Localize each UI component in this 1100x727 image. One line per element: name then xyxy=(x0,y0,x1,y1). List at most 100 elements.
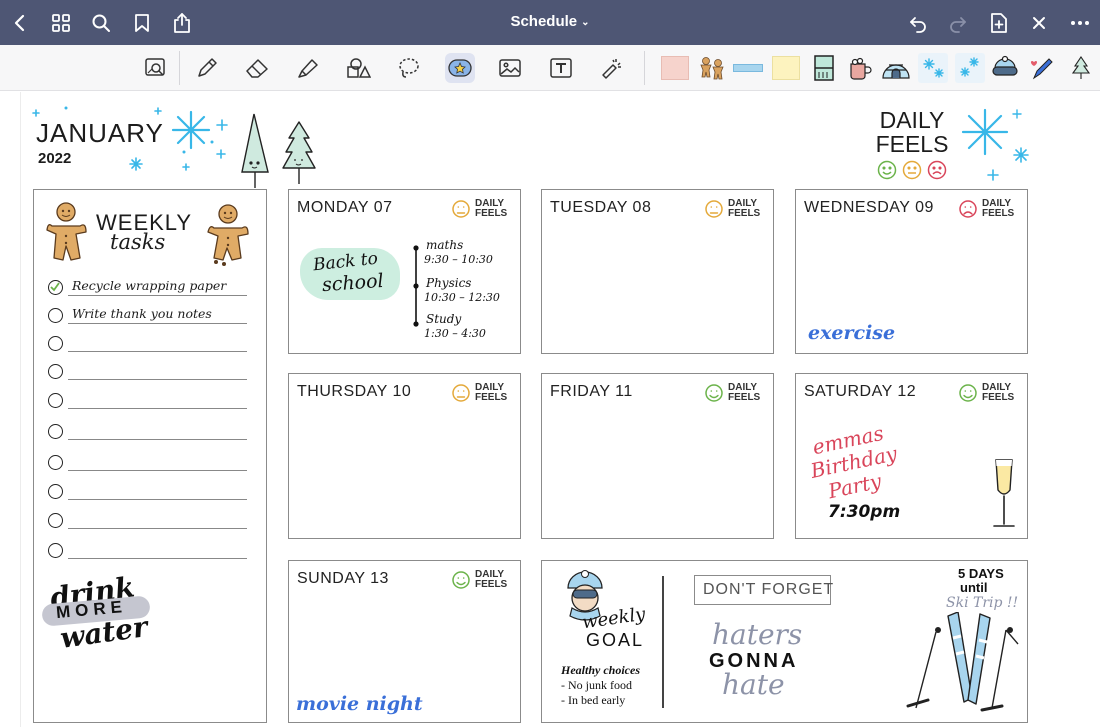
highlighter-icon[interactable] xyxy=(293,53,323,83)
mood-neutral-icon[interactable] xyxy=(451,383,471,403)
task-row[interactable] xyxy=(46,362,251,382)
snowflake-decoration xyxy=(961,108,1029,181)
text-icon[interactable] xyxy=(546,53,576,83)
empty-circle-icon[interactable] xyxy=(48,424,63,439)
task-row[interactable]: Write thank you notes xyxy=(46,306,251,326)
top-nav-bar: Schedule ⌄ xyxy=(0,0,1100,45)
month-title: JANUARY xyxy=(36,118,164,148)
sunday-note: movie night xyxy=(296,693,423,715)
gingerbread-sticker[interactable] xyxy=(697,53,727,83)
task-row[interactable] xyxy=(46,511,251,531)
until-label: until xyxy=(960,580,988,595)
day-title: TUESDAY 08 xyxy=(550,199,652,216)
wednesday-note: exercise xyxy=(808,322,896,344)
daily-feels-label: DAILY FEELS xyxy=(475,569,508,590)
day-title: SATURDAY 12 xyxy=(804,383,917,400)
yellow-note-sticker[interactable] xyxy=(771,53,801,83)
empty-circle-icon[interactable] xyxy=(48,484,63,499)
undo-icon[interactable] xyxy=(904,9,932,37)
igloo-sticker[interactable] xyxy=(881,53,911,83)
day-feels: DAILY FEELS xyxy=(451,199,511,219)
goal-item: - No junk food xyxy=(561,678,632,692)
window-sticker[interactable] xyxy=(809,53,839,83)
task-text: Write thank you notes xyxy=(72,306,212,321)
mood-happy-icon[interactable] xyxy=(451,570,471,590)
eraser-icon[interactable] xyxy=(242,53,272,83)
task-line xyxy=(68,470,247,471)
timeline-icon xyxy=(413,245,419,327)
task-line xyxy=(68,351,247,352)
pen-heart-sticker[interactable] xyxy=(1027,53,1057,83)
day-title: MONDAY 07 xyxy=(297,199,393,216)
birthday-time: 7:30pm xyxy=(828,502,901,522)
mood-happy-icon[interactable] xyxy=(958,383,978,403)
task-row[interactable] xyxy=(46,482,251,502)
shapes-icon[interactable] xyxy=(343,53,373,83)
snowflakes-sticker-1[interactable] xyxy=(918,53,948,83)
schedule-subject: maths xyxy=(426,238,464,252)
tree-sticker[interactable] xyxy=(1066,53,1096,83)
zoom-window-icon[interactable] xyxy=(141,53,171,83)
laser-pointer-icon[interactable] xyxy=(597,53,627,83)
task-row[interactable] xyxy=(46,334,251,354)
empty-circle-icon[interactable] xyxy=(48,513,63,528)
mood-faces-icon xyxy=(877,160,947,180)
hate-label: hate xyxy=(722,668,785,701)
tool-bar xyxy=(0,45,1100,91)
blue-tape-sticker[interactable] xyxy=(733,53,763,83)
mood-happy-icon[interactable] xyxy=(704,383,724,403)
task-row[interactable] xyxy=(46,541,251,561)
task-line xyxy=(68,558,247,559)
redo-icon[interactable] xyxy=(944,9,972,37)
snowflakes-sticker-2[interactable] xyxy=(955,53,985,83)
day-feels: DAILY FEELS xyxy=(451,570,511,590)
task-line xyxy=(68,439,247,440)
task-row[interactable]: Recycle wrapping paper xyxy=(46,278,251,298)
pink-tape-sticker[interactable] xyxy=(660,53,690,83)
daily-feels-label: DAILY FEELS xyxy=(475,382,508,403)
mood-sad-icon[interactable] xyxy=(958,199,978,219)
document-title[interactable]: Schedule ⌄ xyxy=(0,13,1100,30)
task-row[interactable] xyxy=(46,391,251,411)
checked-circle-icon[interactable] xyxy=(48,280,63,295)
schedule-subject: Physics xyxy=(426,276,472,290)
task-line xyxy=(68,528,247,529)
more-icon[interactable] xyxy=(1066,9,1094,37)
goal-item: - In bed early xyxy=(561,693,626,707)
mood-neutral-icon[interactable] xyxy=(451,199,471,219)
lasso-icon[interactable] xyxy=(394,53,424,83)
empty-circle-icon[interactable] xyxy=(48,543,63,558)
elements-icon[interactable] xyxy=(445,53,475,83)
ski-trip-label: Ski Trip !! xyxy=(946,595,1019,611)
chevron-down-icon: ⌄ xyxy=(581,17,590,28)
empty-circle-icon[interactable] xyxy=(48,393,63,408)
task-line xyxy=(68,323,247,324)
image-icon[interactable] xyxy=(495,53,525,83)
daily-feels-label: DAILY FEELS xyxy=(728,198,761,219)
add-page-icon[interactable] xyxy=(985,9,1013,37)
task-line xyxy=(68,499,247,500)
task-row[interactable] xyxy=(46,422,251,442)
day-title: THURSDAY 10 xyxy=(297,383,412,400)
pen-icon[interactable] xyxy=(192,53,222,83)
task-text: Recycle wrapping paper xyxy=(72,278,227,293)
day-box[interactable]: THURSDAY 10 DAILY FEELS xyxy=(288,373,521,539)
empty-circle-icon[interactable] xyxy=(48,308,63,323)
close-icon[interactable] xyxy=(1025,9,1053,37)
day-box[interactable]: FRIDAY 11 DAILY FEELS xyxy=(541,373,774,539)
empty-circle-icon[interactable] xyxy=(48,336,63,351)
empty-circle-icon[interactable] xyxy=(48,364,63,379)
empty-circle-icon[interactable] xyxy=(48,455,63,470)
cocoa-mug-sticker[interactable] xyxy=(845,53,875,83)
daily-feels-label: DAILY FEELS xyxy=(982,382,1015,403)
day-box[interactable]: TUESDAY 08 DAILY FEELS xyxy=(541,189,774,354)
tree-icon xyxy=(241,113,269,188)
weekly-tasks-subtitle: tasks xyxy=(110,230,166,254)
schedule-time: 1:30 – 4:30 xyxy=(424,327,486,340)
ski-goggles-sticker[interactable] xyxy=(990,53,1020,83)
mood-neutral-icon[interactable] xyxy=(704,199,724,219)
schedule-time: 10:30 – 12:30 xyxy=(424,291,500,304)
daily-feels-label: DAILY FEELS xyxy=(475,198,508,219)
task-row[interactable] xyxy=(46,453,251,473)
school-label: school xyxy=(321,269,385,297)
